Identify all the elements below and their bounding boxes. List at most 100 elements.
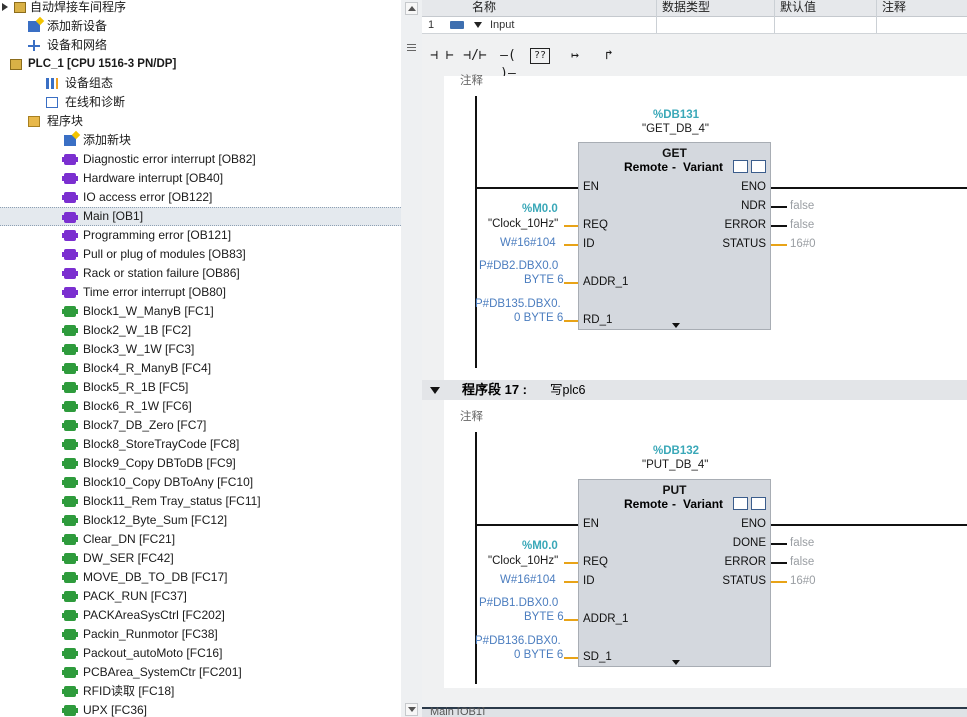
status-value[interactable]: 16#0	[790, 238, 816, 250]
req-address[interactable]: %M0.0	[522, 540, 558, 552]
coil-button[interactable]: –( )–	[494, 47, 522, 81]
tree-item[interactable]: Block7_DB_Zero [FC7]	[0, 416, 401, 435]
tree-item[interactable]: UPX [FC36]	[0, 701, 401, 717]
pin-sd: SD_1	[583, 651, 612, 663]
rd-value-line1[interactable]: P#DB135.DBX0.	[475, 298, 561, 310]
status-value[interactable]: 16#0	[790, 575, 816, 587]
tree-item[interactable]: Block9_Copy DBToDB [FC9]	[0, 454, 401, 473]
power-rail	[475, 96, 477, 368]
instance-db-symbol[interactable]: "GET_DB_4"	[642, 123, 709, 135]
tree-item[interactable]: Block6_R_1W [FC6]	[0, 397, 401, 416]
expand-icon[interactable]	[2, 3, 8, 11]
tree-item[interactable]: Packout_autoMoto [FC16]	[0, 644, 401, 663]
addr-value-line2[interactable]: BYTE 6	[524, 611, 564, 623]
instance-db-address[interactable]: %DB131	[653, 109, 699, 121]
get-block[interactable]: GET Remote - Variant EN ENO REQ ID ADDR_…	[578, 142, 771, 330]
network-comment[interactable]: 注释	[460, 72, 483, 88]
addr-value-line1[interactable]: P#DB1.DBX0.0	[479, 597, 558, 609]
collapse-icon[interactable]	[430, 387, 440, 394]
req-address[interactable]: %M0.0	[522, 203, 558, 215]
col-datatype: 数据类型	[662, 0, 711, 14]
network-16[interactable]: 注释 %DB131 "GET_DB_4" GET Remote - Varian…	[444, 75, 967, 380]
network-comment[interactable]: 注释	[460, 408, 483, 424]
rd-value-line2[interactable]: 0 BYTE 6	[514, 312, 563, 324]
tree-item[interactable]: PACK_RUN [FC37]	[0, 587, 401, 606]
tree-item[interactable]: PLC_1 [CPU 1516-3 PN/DP]	[0, 55, 401, 74]
ndr-value[interactable]: false	[790, 200, 814, 212]
fc-icon	[62, 325, 78, 336]
instance-db-symbol[interactable]: "PUT_DB_4"	[642, 459, 708, 471]
error-value[interactable]: false	[790, 556, 814, 568]
tree-item[interactable]: PCBArea_SystemCtr [FC201]	[0, 663, 401, 682]
tree-item[interactable]: 在线和诊断	[0, 93, 401, 112]
tree-item[interactable]: DW_SER [FC42]	[0, 549, 401, 568]
diagnostics-icon[interactable]	[751, 160, 766, 173]
tree-item[interactable]: MOVE_DB_TO_DB [FC17]	[0, 568, 401, 587]
nc-contact-button[interactable]: ⊣/⊢	[461, 47, 489, 65]
tree-item[interactable]: Main [OB1]	[0, 207, 401, 226]
tree-item[interactable]: Block8_StoreTrayCode [FC8]	[0, 435, 401, 454]
connection-config-icon[interactable]	[733, 160, 748, 173]
network-title[interactable]: 写plc6	[550, 380, 585, 400]
network-17-header[interactable]: 程序段 17 : 写plc6	[422, 380, 967, 400]
tree-item[interactable]: Rack or station failure [OB86]	[0, 264, 401, 283]
tree-item[interactable]: Clear_DN [FC21]	[0, 530, 401, 549]
expand-pins-icon[interactable]	[672, 323, 680, 328]
tree-item[interactable]: 添加新块	[0, 131, 401, 150]
tree-item[interactable]: Block12_Byte_Sum [FC12]	[0, 511, 401, 530]
tree-item[interactable]: Block1_W_ManyB [FC1]	[0, 302, 401, 321]
close-branch-button[interactable]: ↱	[595, 47, 623, 65]
col-name: 名称	[472, 0, 497, 14]
tree-item[interactable]: Diagnostic error interrupt [OB82]	[0, 150, 401, 169]
tree-item[interactable]: 设备组态	[0, 74, 401, 93]
scroll-down-button[interactable]	[405, 703, 418, 716]
expand-pins-icon[interactable]	[672, 660, 680, 665]
scroll-up-button[interactable]	[405, 2, 418, 15]
tree-item[interactable]: Block2_W_1B [FC2]	[0, 321, 401, 340]
req-symbol[interactable]: "Clock_10Hz"	[488, 218, 558, 230]
editor-bottom-bar[interactable]: Main [OB1]	[422, 706, 967, 717]
no-contact-button[interactable]: ⊣ ⊢	[428, 47, 456, 65]
sd-value-line2[interactable]: 0 BYTE 6	[514, 649, 563, 661]
tree-item[interactable]: PACKAreaSysCtrl [FC202]	[0, 606, 401, 625]
interface-row[interactable]: 1 Input	[422, 17, 967, 34]
tree-item[interactable]: Hardware interrupt [OB40]	[0, 169, 401, 188]
id-value[interactable]: W#16#104	[500, 574, 556, 586]
tree-item[interactable]: IO access error [OB122]	[0, 188, 401, 207]
tree-item[interactable]: Block10_Copy DBToAny [FC10]	[0, 473, 401, 492]
done-value[interactable]: false	[790, 537, 814, 549]
ob-icon	[62, 268, 78, 279]
tree-item[interactable]: 设备和网络	[0, 36, 401, 55]
put-block[interactable]: PUT Remote - Variant EN ENO REQ ID ADDR_…	[578, 479, 771, 667]
addr-value-line1[interactable]: P#DB2.DBX0.0	[479, 260, 558, 272]
tree-item[interactable]: Pull or plug of modules [OB83]	[0, 245, 401, 264]
connection-config-icon[interactable]	[733, 497, 748, 510]
tree-item-label: UPX [FC36]	[83, 703, 148, 717]
network-17[interactable]: 注释 %DB132 "PUT_DB_4" PUT Remote - Varian…	[444, 400, 967, 688]
tree-item[interactable]: Packin_Runmotor [FC38]	[0, 625, 401, 644]
tree-item[interactable]: Block4_R_ManyB [FC4]	[0, 359, 401, 378]
lad-toolbar: ⊣ ⊢ ⊣/⊢ –( )– ?? ↦ ↱	[422, 34, 967, 81]
sd-value-line1[interactable]: P#DB136.DBX0.	[475, 635, 561, 647]
tree-item[interactable]: Time error interrupt [OB80]	[0, 283, 401, 302]
expand-icon[interactable]	[474, 22, 482, 28]
open-branch-button[interactable]: ↦	[561, 47, 589, 65]
id-value[interactable]: W#16#104	[500, 237, 556, 249]
tree-item[interactable]: Block5_R_1B [FC5]	[0, 378, 401, 397]
tree-item[interactable]: RFID读取 [FC18]	[0, 682, 401, 701]
tree-item[interactable]: 添加新设备	[0, 17, 401, 36]
tree-item[interactable]: 程序块	[0, 112, 401, 131]
tree-item[interactable]: Programming error [OB121]	[0, 226, 401, 245]
addr-value-line2[interactable]: BYTE 6	[524, 274, 564, 286]
diagnostics-icon[interactable]	[751, 497, 766, 510]
instance-db-address[interactable]: %DB132	[653, 445, 699, 457]
error-value[interactable]: false	[790, 219, 814, 231]
pin-en: EN	[583, 181, 599, 193]
tree-item[interactable]: Block3_W_1W [FC3]	[0, 340, 401, 359]
pane-splitter[interactable]	[401, 0, 423, 717]
bottom-tab[interactable]: Main [OB1]	[430, 706, 485, 715]
tree-item[interactable]: 自动焊接车间程序	[0, 0, 401, 17]
req-symbol[interactable]: "Clock_10Hz"	[488, 555, 558, 567]
tree-item[interactable]: Block11_Rem Tray_status [FC11]	[0, 492, 401, 511]
empty-box-button[interactable]: ??	[530, 48, 550, 64]
